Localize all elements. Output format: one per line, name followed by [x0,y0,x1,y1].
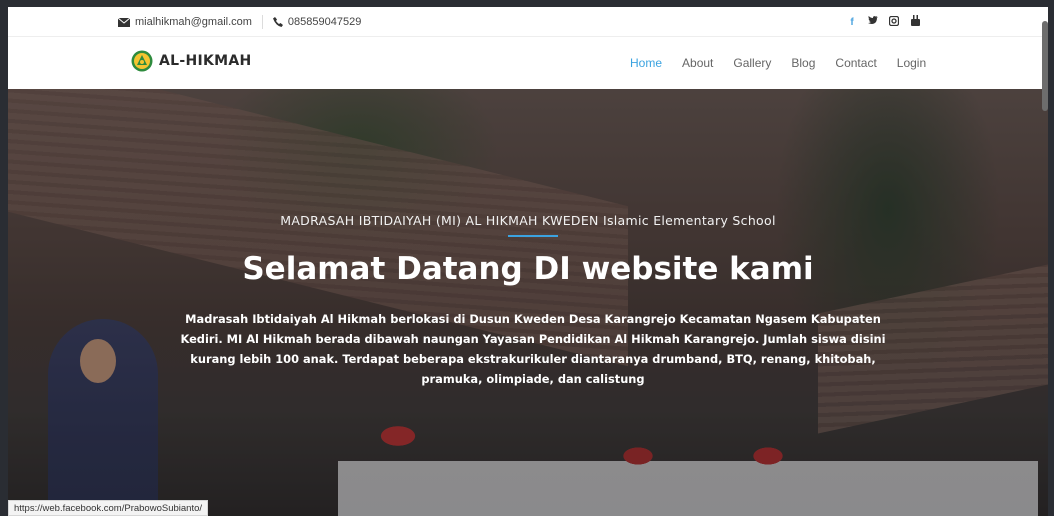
brand-logo[interactable]: AL-HIKMAH [131,50,252,72]
hero-subtitle: MADRASAH IBTIDAIYAH (MI) AL HIKMAH KWEDE… [280,213,776,228]
hero-title: Selamat Datang DI website kami [242,251,814,287]
nav-about[interactable]: About [682,56,713,70]
hero-overlay [8,89,1048,516]
contact-info: mialhikmah@gmail.com 085859047529 [118,7,361,37]
nav-menu: Home About Gallery Blog Contact Login [630,37,926,88]
facebook-icon[interactable]: f [847,17,857,28]
phone-icon [272,17,283,27]
page-scrollbar[interactable] [1042,21,1048,111]
browser-viewport: mialhikmah@gmail.com 085859047529 f AL-H… [8,7,1048,516]
divider [261,15,263,29]
main-navbar: AL-HIKMAH Home About Gallery Blog Contac… [8,37,1048,88]
nav-login[interactable]: Login [897,56,926,70]
phone-item[interactable]: 085859047529 [272,16,362,28]
youtube-icon[interactable] [910,15,920,29]
social-links: f [847,7,920,37]
link-status-bar: https://web.facebook.com/PrabowoSubianto… [8,500,209,516]
hero-description: Madrasah Ibtidaiyah Al Hikmah berlokasi … [180,312,886,386]
nav-gallery[interactable]: Gallery [733,56,771,70]
hero-banner: MADRASAH IBTIDAIYAH (MI) AL HIKMAH KWEDE… [8,89,1048,516]
nav-contact[interactable]: Contact [835,56,876,70]
email-text: mialhikmah@gmail.com [135,16,252,28]
school-logo-icon [131,50,153,72]
envelope-icon [118,17,130,27]
top-contact-bar: mialhikmah@gmail.com 085859047529 f [8,7,1048,37]
brand-name: AL-HIKMAH [159,53,252,69]
nav-home[interactable]: Home [630,56,662,70]
instagram-icon[interactable] [888,15,900,29]
twitter-icon[interactable] [868,16,878,28]
hero-accent-line [508,235,558,237]
phone-text: 085859047529 [287,16,362,28]
nav-blog[interactable]: Blog [791,56,815,70]
email-item[interactable]: mialhikmah@gmail.com [118,16,252,28]
